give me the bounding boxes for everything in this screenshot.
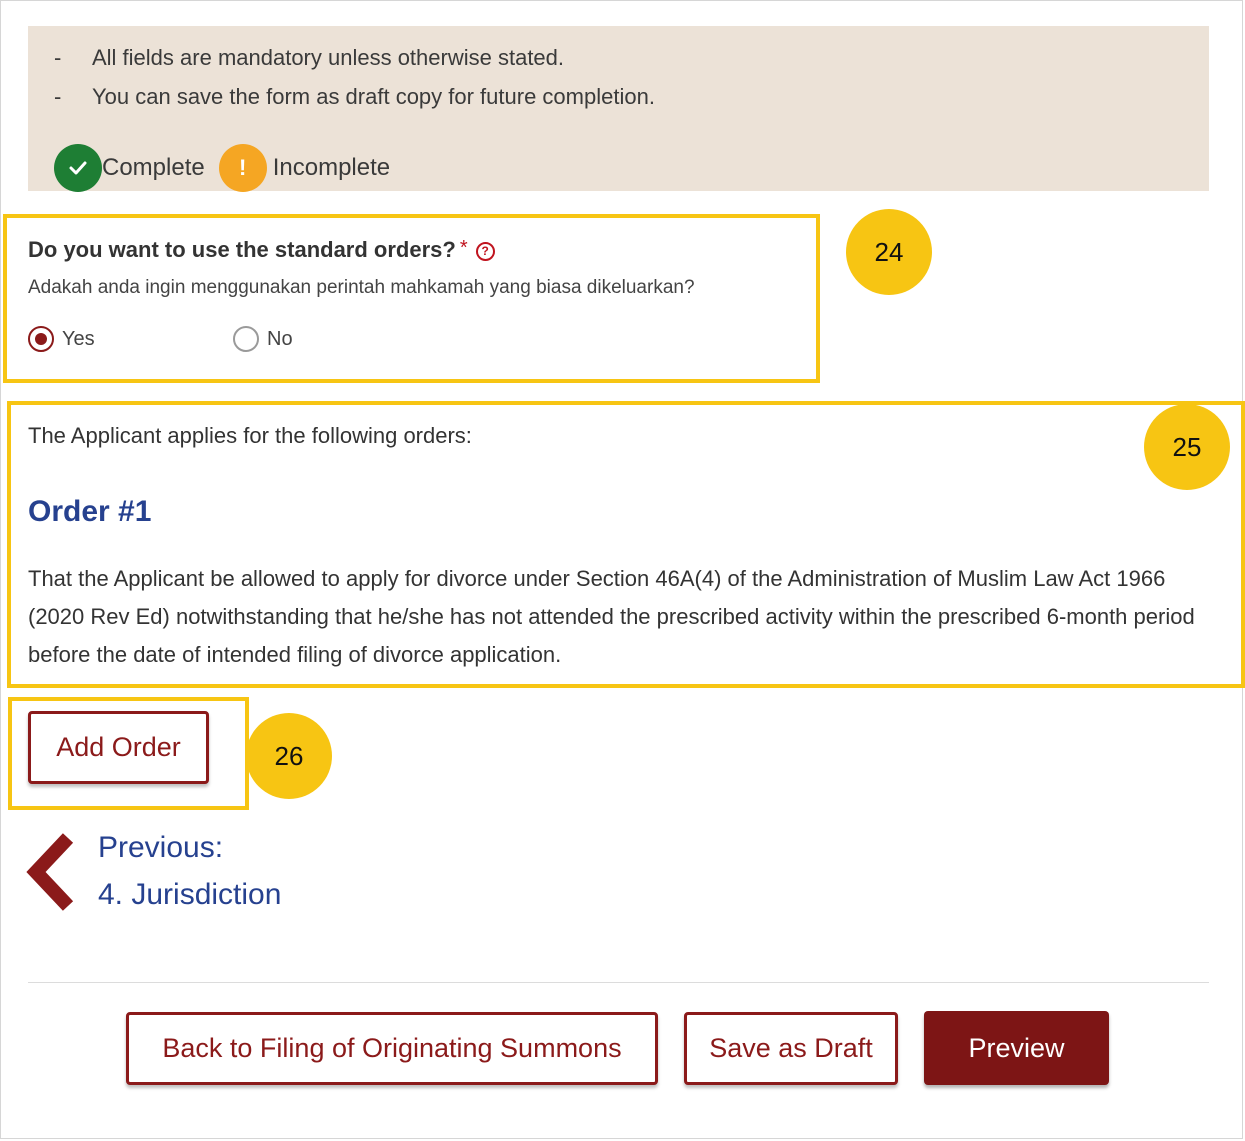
info-panel: - All fields are mandatory unless otherwi… bbox=[28, 26, 1209, 193]
info-note: - All fields are mandatory unless otherwi… bbox=[54, 45, 565, 70]
previous-section-link[interactable]: Previous: 4. Jurisdiction bbox=[26, 828, 326, 928]
callout-box-25 bbox=[7, 401, 1245, 688]
footer-divider bbox=[28, 982, 1209, 983]
callout-badge-24: 24 bbox=[846, 209, 932, 295]
legend-incomplete-label: Incomplete bbox=[272, 154, 391, 181]
callout-box-24 bbox=[3, 214, 820, 383]
info-note: - You can save the form as draft copy for… bbox=[54, 84, 655, 109]
callout-badge-25: 25 bbox=[1144, 404, 1230, 490]
callout-box-26 bbox=[8, 697, 249, 810]
legend-complete-label: Complete bbox=[102, 154, 205, 181]
chevron-left-icon bbox=[26, 833, 74, 911]
back-to-filing-button[interactable]: Back to Filing of Originating Summons bbox=[126, 1012, 658, 1085]
status-legend: Complete ! Incomplete bbox=[54, 143, 390, 193]
previous-label[interactable]: Previous: bbox=[98, 831, 223, 865]
previous-target[interactable]: 4. Jurisdiction bbox=[98, 878, 281, 912]
preview-button[interactable]: Preview bbox=[924, 1011, 1109, 1085]
exclamation-icon: ! bbox=[218, 144, 267, 192]
callout-badge-26: 26 bbox=[246, 713, 332, 799]
check-icon bbox=[54, 144, 102, 192]
save-draft-button[interactable]: Save as Draft bbox=[684, 1012, 898, 1085]
